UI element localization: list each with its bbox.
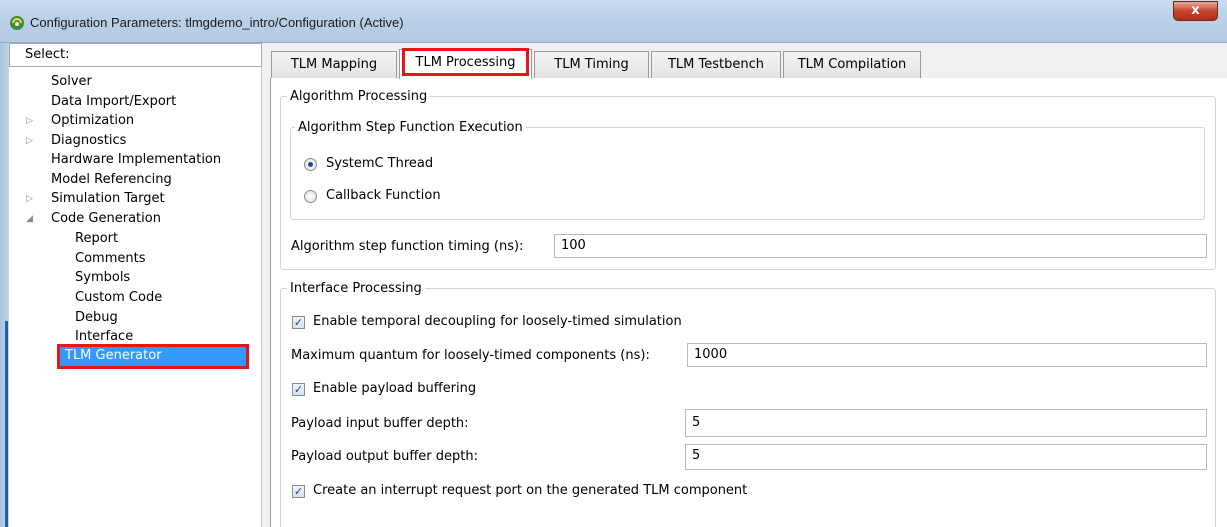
tree-item[interactable]: Data Import/Export [51,92,176,112]
tab-tlm-testbench[interactable]: TLM Testbench [651,51,781,78]
tree-item[interactable]: Simulation Target [51,189,165,209]
interrupt-port-label[interactable]: Create an interrupt request port on the … [313,481,747,501]
step-function-execution-title: Algorithm Step Function Execution [295,120,526,136]
tree-item[interactable]: Custom Code [75,288,162,308]
tree-item[interactable]: Diagnostics [51,131,126,151]
max-quantum-field[interactable]: 1000 [687,343,1207,367]
window-titlebar[interactable]: Configuration Parameters: tlmgdemo_intro… [0,0,1227,43]
tree-expand-arrow-icon[interactable]: ▷ [26,131,33,151]
window-frame-left [0,43,9,527]
callback-function-label[interactable]: Callback Function [326,186,441,206]
callback-function-radio[interactable] [304,190,317,203]
tree-item[interactable]: Model Referencing [51,170,172,190]
tree-item[interactable]: Code Generation [51,209,161,229]
output-buffer-depth-label: Payload output buffer depth: [291,449,478,464]
tree-expand-arrow-icon[interactable]: ◢ [26,209,33,229]
tab-bar: TLM Mapping TLM Processing TLM Timing TLM T… [262,48,1227,79]
tab-tlm-timing[interactable]: TLM Timing [534,51,649,78]
tab-tlm-mapping[interactable]: TLM Mapping [271,51,397,78]
temporal-decoupling-label[interactable]: Enable temporal decoupling for loosely-t… [313,312,682,332]
tree-expand-arrow-icon[interactable]: ▷ [26,189,33,209]
frame-accent [5,321,8,527]
tree-expand-arrow-icon[interactable]: ▷ [26,111,33,131]
tree-item[interactable]: Solver [51,72,92,92]
content-area: TLM Mapping TLM Processing TLM Timing TLM T… [262,43,1227,527]
algorithm-processing-title: Algorithm Processing [287,89,431,105]
window-title: Configuration Parameters: tlmgdemo_intro… [30,15,404,30]
tree-item[interactable]: Hardware Implementation [51,150,221,170]
tab-tlm-compilation[interactable]: TLM Compilation [783,51,921,78]
output-buffer-depth-field[interactable]: 5 [685,444,1207,470]
input-buffer-depth-field[interactable]: 5 [685,409,1207,437]
payload-buffering-label[interactable]: Enable payload buffering [313,379,476,399]
systemc-thread-radio[interactable] [304,158,317,171]
selection-highlight-box [57,344,249,369]
close-button[interactable]: x [1173,1,1218,21]
category-tree-panel: Select: Solver Data Import/Export ▷ Optimiz… [9,43,262,527]
max-quantum-label: Maximum quantum for loosely-timed compon… [291,348,650,363]
temporal-decoupling-checkbox[interactable]: ✓ [292,316,305,329]
interrupt-port-checkbox[interactable]: ✓ [292,485,305,498]
active-tab-highlight-box [402,48,529,76]
step-timing-label: Algorithm step function timing (ns): [291,239,524,254]
tree-item[interactable]: Comments [75,249,145,269]
input-buffer-depth-label: Payload input buffer depth: [291,416,469,431]
tab-panel: Algorithm Processing Algorithm Step Func… [270,78,1227,527]
step-function-execution-group: Algorithm Step Function Execution System… [290,120,1205,220]
tree-item[interactable]: Debug [75,308,118,328]
algorithm-processing-group: Algorithm Processing Algorithm Step Func… [280,89,1216,270]
payload-buffering-checkbox[interactable]: ✓ [292,383,305,396]
interface-processing-group: Interface Processing ✓ Enable temporal d… [280,281,1216,527]
tree-item[interactable]: Report [75,229,118,249]
systemc-thread-label[interactable]: SystemC Thread [326,154,433,174]
tree-header: Select: [9,43,262,67]
interface-processing-title: Interface Processing [287,281,425,297]
app-icon [10,16,24,30]
tree-item[interactable]: Optimization [51,111,134,131]
step-timing-field[interactable]: 100 [554,234,1207,258]
tree-item[interactable]: Symbols [75,268,130,288]
